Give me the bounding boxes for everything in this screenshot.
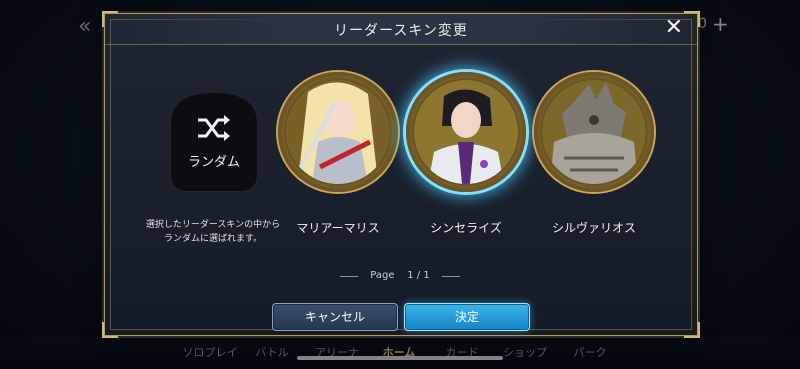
pager-total: 1 xyxy=(423,270,430,281)
frame-corner xyxy=(102,322,118,338)
pager-divider xyxy=(442,276,460,277)
pager: Page 1 / 1 xyxy=(340,270,460,284)
pager-separator: / xyxy=(416,270,421,281)
random-label: ランダム xyxy=(187,155,240,170)
knight-girl-portrait xyxy=(286,80,390,184)
modal-title-bar: リーダースキン変更 ✕ xyxy=(105,14,697,45)
skin-portrait xyxy=(406,72,526,192)
shuffle-icon xyxy=(198,115,230,141)
pager-label: Page xyxy=(370,270,395,281)
cancel-button[interactable]: キャンセル xyxy=(272,303,398,331)
skin-name: マリアーマリス xyxy=(296,221,380,235)
skin-portrait xyxy=(534,72,654,192)
close-icon[interactable]: ✕ xyxy=(665,17,683,39)
skin-card-silvarios[interactable]: シルヴァリオス xyxy=(530,72,658,235)
random-description-line: 選択したリーダースキンの中から xyxy=(145,220,281,230)
confirm-button[interactable]: 決定 xyxy=(404,303,530,331)
random-skin-option[interactable]: ランダム xyxy=(150,84,278,196)
random-description-line: ランダムに選ばれます。 xyxy=(163,234,263,244)
skin-name: シンセライズ xyxy=(430,221,502,235)
frame-corner xyxy=(684,322,700,338)
random-description: 選択したリーダースキンの中から ランダムに選ばれます。 xyxy=(138,218,288,246)
dark-hair-man-portrait xyxy=(414,80,518,184)
modal-title: リーダースキン変更 xyxy=(334,23,468,39)
skin-portrait xyxy=(278,72,398,192)
armored-dragon-portrait xyxy=(542,80,646,184)
pager-current: 1 xyxy=(407,270,414,281)
skin-card-shinseraizu[interactable]: シンセライズ xyxy=(402,72,530,235)
skin-card-mariamaris[interactable]: マリアーマリス xyxy=(274,72,402,235)
skin-name: シルヴァリオス xyxy=(551,221,636,235)
